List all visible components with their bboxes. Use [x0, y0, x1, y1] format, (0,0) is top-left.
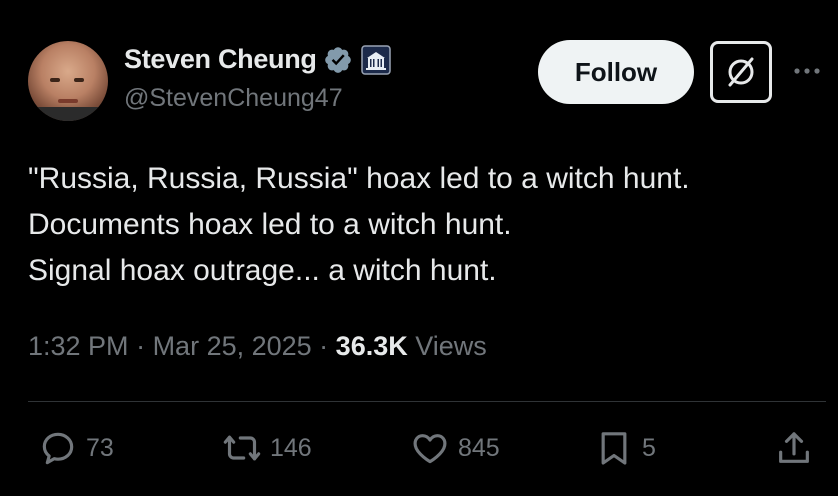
views-count[interactable]: 36.3K [336, 331, 408, 361]
repost-button[interactable]: 146 [222, 428, 312, 468]
author-handle[interactable]: @StevenCheung47 [124, 84, 343, 113]
tweet-meta: 1:32 PM · Mar 25, 2025 · 36.3K Views [28, 331, 487, 362]
white-house-icon[interactable] [360, 44, 391, 75]
like-button[interactable]: 845 [410, 428, 500, 468]
reply-count: 73 [86, 433, 114, 462]
bookmark-button[interactable]: 5 [594, 428, 656, 468]
repost-icon [223, 435, 261, 461]
tweet-line: Signal hoax outrage... a witch hunt. [28, 254, 497, 287]
tweet-line: Documents hoax led to a witch hunt. [28, 208, 512, 241]
author-name-row: Steven Cheung [124, 44, 391, 75]
reply-icon [42, 432, 74, 465]
meta-separator: · [128, 331, 153, 361]
avatar-shirt [28, 107, 108, 121]
share-icon [779, 432, 809, 463]
avatar-mouth [58, 99, 78, 103]
verified-badge-icon[interactable] [323, 45, 353, 75]
like-count: 845 [458, 433, 500, 462]
more-icon[interactable] [790, 58, 824, 84]
tweet-text: "Russia, Russia, Russia" hoax led to a w… [28, 156, 690, 294]
meta-separator: · [311, 331, 336, 361]
tweet-time[interactable]: 1:32 PM [28, 331, 129, 361]
heart-icon [413, 434, 447, 464]
grok-icon [728, 57, 754, 87]
avatar-eye [74, 78, 84, 82]
tweet-line: "Russia, Russia, Russia" hoax led to a w… [28, 162, 690, 195]
repost-count: 146 [270, 433, 312, 462]
avatar[interactable] [28, 41, 108, 121]
grok-button[interactable] [710, 41, 772, 103]
bookmark-count: 5 [642, 433, 656, 462]
views-label[interactable]: Views [408, 331, 487, 361]
share-button[interactable] [774, 428, 814, 468]
author-display-name[interactable]: Steven Cheung [124, 44, 317, 75]
reply-button[interactable]: 73 [38, 428, 114, 468]
bookmark-icon [601, 432, 627, 465]
tweet-date[interactable]: Mar 25, 2025 [153, 331, 312, 361]
divider [28, 401, 826, 402]
avatar-eye [50, 78, 60, 82]
follow-button[interactable]: Follow [538, 40, 694, 104]
